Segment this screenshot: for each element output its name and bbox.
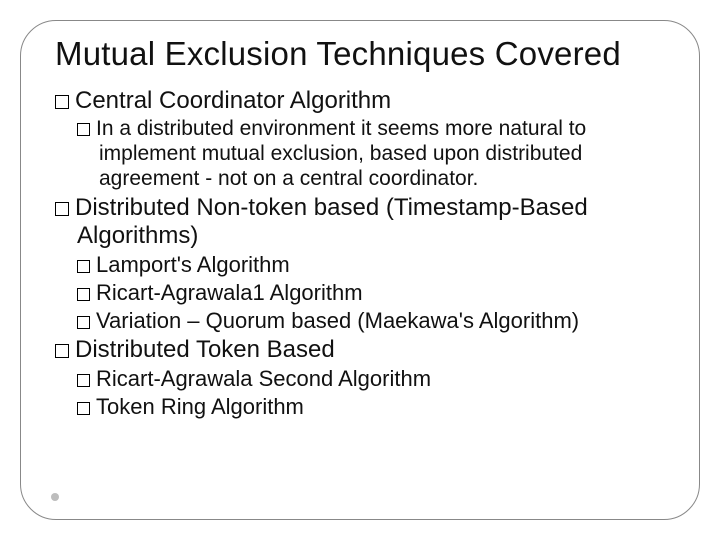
square-bullet-icon: [77, 260, 90, 273]
item-text: Variation – Quorum based (Maekawa's Algo…: [96, 308, 579, 333]
item-lamport: Lamport's Algorithm: [55, 252, 665, 278]
item-ricart2: Ricart-Agrawala Second Algorithm: [55, 366, 665, 392]
item-text: Ricart-Agrawala Second Algorithm: [96, 366, 431, 391]
item-central-note: In a distributed environment it seems mo…: [55, 117, 665, 191]
item-text: In a distributed environment it seems mo…: [96, 117, 586, 190]
item-ricart1: Ricart-Agrawala1 Algorithm: [55, 280, 665, 306]
item-text: Token Ring Algorithm: [96, 394, 304, 419]
square-bullet-icon: [55, 202, 69, 216]
square-bullet-icon: [77, 374, 90, 387]
item-tokenring: Token Ring Algorithm: [55, 394, 665, 420]
item-text: Central Coordinator Algorithm: [75, 87, 391, 114]
square-bullet-icon: [77, 123, 90, 136]
footer-decorative-dot-icon: [51, 493, 59, 501]
item-text: Distributed Non-token based (Timestamp-B…: [75, 194, 588, 249]
item-text: Distributed Token Based: [75, 336, 335, 363]
item-dist-token: Distributed Token Based: [55, 336, 665, 364]
item-dist-nontoken: Distributed Non-token based (Timestamp-B…: [55, 194, 665, 251]
item-variation: Variation – Quorum based (Maekawa's Algo…: [55, 308, 665, 334]
square-bullet-icon: [77, 316, 90, 329]
slide-title: Mutual Exclusion Techniques Covered: [55, 35, 665, 73]
slide-content: Central Coordinator Algorithm In a distr…: [55, 87, 665, 420]
square-bullet-icon: [77, 288, 90, 301]
square-bullet-icon: [55, 344, 69, 358]
item-text: Ricart-Agrawala1 Algorithm: [96, 280, 363, 305]
square-bullet-icon: [77, 402, 90, 415]
square-bullet-icon: [55, 95, 69, 109]
item-central: Central Coordinator Algorithm: [55, 87, 665, 115]
item-text: Lamport's Algorithm: [96, 252, 290, 277]
slide-frame: Mutual Exclusion Techniques Covered Cent…: [20, 20, 700, 520]
